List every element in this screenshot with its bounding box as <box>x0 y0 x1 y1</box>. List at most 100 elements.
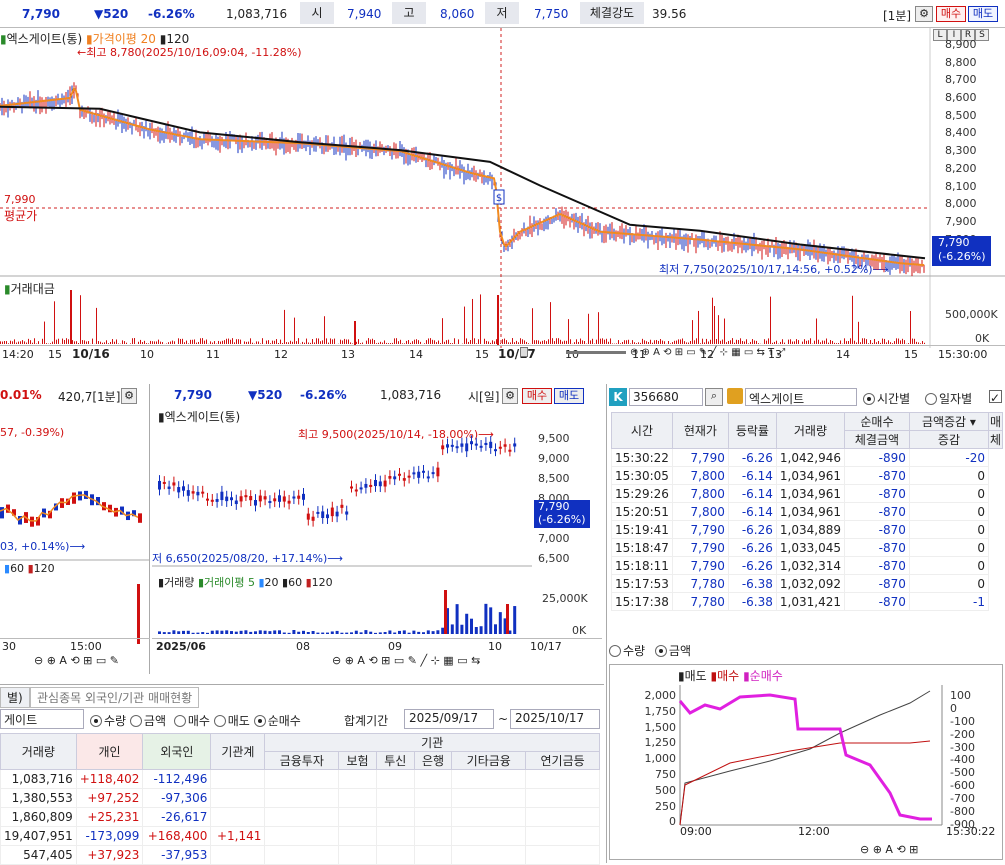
volume-bar <box>278 343 279 344</box>
volume-bar <box>626 340 627 344</box>
table-row[interactable]: 1,380,553+97,252-97,306 <box>1 789 600 808</box>
volume-bar <box>562 342 563 344</box>
volume-bar <box>366 341 367 344</box>
table-row[interactable]: 15:30:057,800-6.141,034,961-8700 <box>612 467 1003 485</box>
volume-bar <box>211 631 214 634</box>
left-note1: 57, -0.39%) <box>0 426 64 439</box>
candle <box>30 517 34 527</box>
main-chart-area[interactable]: ▮엑스게이트(통) ▮가격이평 20 ▮120 LIRS ←최고 8,780(2… <box>0 28 1005 364</box>
table-cell: 1,034,961 <box>776 467 844 485</box>
radio-time[interactable]: 시간별 <box>863 390 910 407</box>
check-icon[interactable]: ✓ <box>989 390 1002 403</box>
buy-button[interactable]: 매수 <box>936 6 966 22</box>
table-row[interactable]: 15:19:417,790-6.261,034,889-8700 <box>612 521 1003 539</box>
volume-bar <box>648 342 649 344</box>
table-cell: 15:29:26 <box>612 485 673 503</box>
sell-button[interactable]: 매도 <box>968 6 998 22</box>
table-row[interactable]: 1,860,809+25,231-26,617 <box>1 808 600 827</box>
volume-bar <box>724 319 725 344</box>
gear-icon[interactable]: ⚙ <box>502 388 518 404</box>
volume-bar <box>424 343 425 344</box>
volume-bar <box>297 632 300 634</box>
mid-vol-y: 25,000K <box>542 592 588 605</box>
volume-bar <box>148 343 149 344</box>
scroll-left-icon[interactable] <box>520 347 528 357</box>
candle <box>364 484 367 488</box>
code-input[interactable]: 356680 <box>629 388 703 406</box>
table-row[interactable]: 15:18:117,790-6.261,032,314-8700 <box>612 557 1003 575</box>
table-cell: 15:20:51 <box>612 503 673 521</box>
strength-label: 체결강도 <box>580 2 644 24</box>
volume-bar <box>820 342 821 344</box>
table-row[interactable]: 15:17:387,780-6.381,031,421-870-1 <box>612 593 1003 611</box>
table-row[interactable]: 15:20:517,800-6.141,034,961-8700 <box>612 503 1003 521</box>
volume-bar <box>558 338 559 344</box>
table-row[interactable]: 19,407,951-173,099+168,400+1,141 <box>1 827 600 846</box>
volume-bar <box>54 301 55 344</box>
volume-bar <box>436 342 437 344</box>
volume-bar <box>344 339 345 344</box>
sell-button[interactable]: 매도 <box>554 388 584 404</box>
table-row[interactable]: 15:30:227,790-6.261,042,946-890-20 <box>612 449 1003 467</box>
table-row[interactable]: 547,405+37,923-37,953 <box>1 846 600 865</box>
favorite-icon[interactable] <box>727 388 743 404</box>
left-toolbar-icons[interactable]: ⊖ ⊕ A ⟲ ⊞ ▭ ✎ <box>34 654 119 667</box>
volume-bar <box>292 630 295 634</box>
volume-bar <box>326 633 329 634</box>
radio-day[interactable]: 일자별 <box>925 390 972 407</box>
radio-amt[interactable]: 금액 <box>655 644 691 658</box>
volume-bar <box>216 630 219 634</box>
volume-bar <box>616 343 617 344</box>
volume-bar <box>686 342 687 344</box>
volume-bar <box>206 633 209 634</box>
volume-bar <box>384 632 387 634</box>
volume-bar <box>776 341 777 344</box>
to-date-input[interactable]: 2025/10/17 <box>510 709 600 729</box>
table-cell: 1,031,421 <box>776 593 844 611</box>
candle <box>393 476 396 479</box>
x-tick: 14 <box>409 348 423 361</box>
volume-bar <box>273 630 276 634</box>
volume-bar <box>846 341 847 344</box>
volume-bar <box>417 632 420 634</box>
table-row[interactable]: 15:17:537,780-6.381,032,092-8700 <box>612 575 1003 593</box>
zoom-slider[interactable] <box>566 351 626 354</box>
gear-icon[interactable]: ⚙ <box>915 6 933 22</box>
table-row[interactable]: 15:18:477,790-6.261,033,045-8700 <box>612 539 1003 557</box>
period-selector[interactable]: [1분] <box>883 7 911 24</box>
volume-bar <box>690 341 691 344</box>
volume-bar <box>362 343 363 344</box>
toolbar-icons[interactable]: ⊖ ⊕ A ⟲ ⊞ ▭ ✎ ╱ ⊹ ▦ ▭ ⇆ T ⤢ <box>630 347 785 358</box>
mid-period[interactable]: 시[일] <box>468 388 499 405</box>
volume-bar <box>244 630 247 634</box>
candle <box>427 476 430 478</box>
table-cell: 1,380,553 <box>1 789 77 808</box>
buy-button[interactable]: 매수 <box>522 388 552 404</box>
volume-bar <box>394 338 395 344</box>
volume-bar <box>220 342 221 344</box>
tab-2[interactable]: 관심종목 외국인/기관 매매현황 <box>30 687 199 708</box>
k-icon: K <box>609 388 627 406</box>
table-row[interactable]: 1,083,716+118,402-112,496 <box>1 770 600 789</box>
tab-1[interactable]: 별) <box>0 687 30 708</box>
volume-bar <box>2 342 3 344</box>
volume-bar <box>86 341 87 344</box>
gear-icon[interactable]: ⚙ <box>121 388 137 404</box>
volume-bar <box>672 342 673 344</box>
volume-bar <box>286 342 287 344</box>
flow-toolbar-icons[interactable]: ⊖ ⊕ A ⟲ ⊞ <box>860 843 918 856</box>
table-cell: -870 <box>844 485 909 503</box>
volume-bar <box>814 341 815 344</box>
volume-bar <box>710 340 711 344</box>
mid-toolbar-icons[interactable]: ⊖ ⊕ A ⟲ ⊞ ▭ ✎ ╱ ⊹ ▦ ▭ ⇆ <box>332 654 480 667</box>
volume-bar <box>364 630 367 634</box>
table-row[interactable]: 15:29:267,800-6.141,034,961-8700 <box>612 485 1003 503</box>
x-tick: 15 <box>475 348 489 361</box>
table-cell: 1,034,961 <box>776 485 844 503</box>
search-icon[interactable]: ⌕ <box>705 388 723 406</box>
volume-bar <box>522 339 523 344</box>
amount-select[interactable]: 금액증감 ▾ <box>909 413 988 431</box>
radio-qty[interactable]: 수량 <box>609 644 645 658</box>
from-date-input[interactable]: 2025/09/17 <box>404 709 494 729</box>
volume-bar <box>306 339 307 344</box>
